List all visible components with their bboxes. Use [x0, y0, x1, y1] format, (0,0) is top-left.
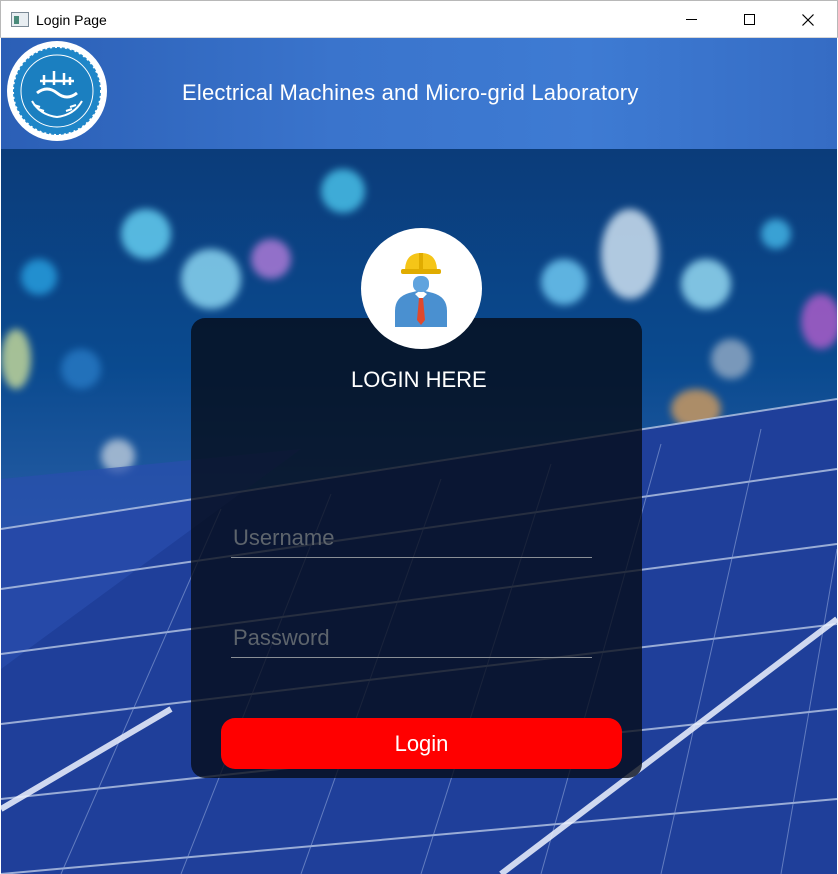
window-titlebar[interactable]: Login Page	[0, 0, 838, 38]
login-button[interactable]: Login	[221, 718, 622, 769]
login-heading: LOGIN HERE	[351, 367, 487, 392]
close-icon	[802, 13, 814, 26]
password-input[interactable]	[231, 618, 592, 658]
minimize-button[interactable]	[661, 1, 721, 38]
username-input[interactable]	[231, 518, 592, 558]
app-window-icon	[11, 12, 29, 27]
header-title: Electrical Machines and Micro-grid Labor…	[182, 80, 639, 105]
maximize-icon	[743, 14, 755, 25]
close-button[interactable]	[778, 1, 838, 38]
minimize-icon	[685, 19, 697, 20]
avatar	[361, 228, 482, 349]
window-title: Login Page	[36, 12, 107, 28]
maximize-button[interactable]	[719, 1, 779, 38]
engineer-hardhat-icon	[395, 253, 447, 327]
header-banner: Electrical Machines and Micro-grid Labor…	[1, 38, 837, 149]
university-logo	[7, 41, 107, 141]
